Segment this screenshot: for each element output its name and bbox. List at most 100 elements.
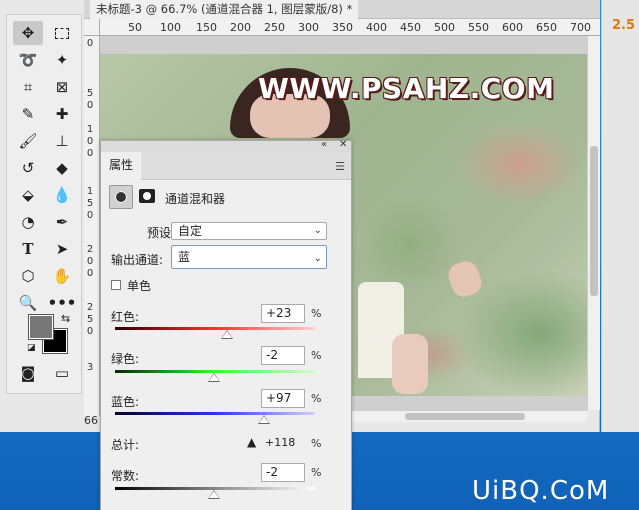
total-unit: % — [311, 437, 322, 450]
ruler-tick: 5 — [86, 198, 94, 209]
constant-label: 常数: — [111, 469, 140, 483]
blue-label: 蓝色: — [111, 395, 140, 409]
history-brush-tool-icon[interactable]: ↺ — [13, 156, 43, 180]
chevron-down-icon: ⌄ — [313, 253, 322, 264]
warning-icon: ▲ — [247, 435, 257, 449]
lasso-tool-icon[interactable]: ➰ — [13, 48, 43, 72]
bottom-watermark: UiBQ.CoM — [472, 476, 610, 506]
green-slider-handle[interactable] — [208, 373, 220, 382]
red-slider-track[interactable] — [115, 327, 315, 330]
photo-arm — [392, 334, 428, 394]
constant-value-input[interactable]: -2 — [261, 463, 305, 482]
ruler-tick: 0 — [86, 100, 94, 111]
ruler-tick: 450 — [400, 21, 421, 34]
ruler-tick: 3 — [86, 362, 94, 373]
screen-mode-icon[interactable]: ▭ — [47, 361, 77, 385]
tab-properties[interactable]: 属性 — [101, 152, 141, 180]
green-value-input[interactable]: -2 — [261, 346, 305, 365]
ruler-tick: 150 — [196, 21, 217, 34]
paint-bucket-tool-icon[interactable]: ⬙ — [13, 183, 43, 207]
red-value-input[interactable]: +23 — [261, 304, 305, 323]
ruler-tick: 0 — [86, 136, 94, 147]
blur-tool-icon[interactable]: 💧 — [47, 183, 77, 207]
green-unit: % — [311, 349, 322, 362]
dodge-tool-icon[interactable]: ◔ — [13, 210, 43, 234]
blue-unit: % — [311, 392, 322, 405]
ruler-vertical: 0 5 0 1 0 0 1 5 0 2 0 0 2 5 0 3 — [84, 36, 100, 416]
path-selection-tool-icon[interactable]: ➤ — [47, 237, 77, 261]
ruler-tick: 200 — [230, 21, 251, 34]
ruler-tick: 400 — [366, 21, 387, 34]
ruler-tick: 700 — [570, 21, 591, 34]
ruler-tick: 0 — [86, 326, 94, 337]
ruler-tick: 1 — [86, 124, 94, 135]
collapse-icon[interactable]: « — [321, 139, 327, 150]
eyedropper-tool-icon[interactable]: ✎ — [13, 102, 43, 126]
clone-stamp-tool-icon[interactable]: ⊥ — [47, 129, 77, 153]
healing-brush-tool-icon[interactable]: ✚ — [47, 102, 77, 126]
close-icon[interactable]: ✕ — [339, 139, 347, 150]
constant-slider-handle[interactable] — [208, 490, 220, 499]
marquee-tool-icon[interactable] — [47, 21, 77, 45]
magic-wand-tool-icon[interactable]: ✦ — [47, 48, 77, 72]
vertical-scrollbar[interactable] — [587, 36, 600, 410]
pen-tool-icon[interactable]: ✒ — [47, 210, 77, 234]
swap-colors-icon[interactable]: ⇆ — [61, 312, 70, 325]
output-channel-label: 输出通道: — [111, 253, 164, 267]
ruler-tick: 500 — [434, 21, 455, 34]
horizontal-scroll-thumb[interactable] — [405, 413, 525, 420]
blue-slider-track[interactable] — [115, 412, 315, 415]
default-colors-icon[interactable]: ◪ — [27, 343, 36, 353]
eraser-tool-icon[interactable]: ◆ — [47, 156, 77, 180]
right-panel-value: 2.5 — [612, 18, 636, 33]
preset-value: 自定 — [178, 224, 203, 238]
chevron-down-icon: ⌄ — [313, 225, 322, 236]
hand-tool-icon[interactable]: ✋ — [47, 264, 77, 288]
frame-tool-icon[interactable]: ⊠ — [47, 75, 77, 99]
blue-slider-handle[interactable] — [257, 415, 270, 424]
horizontal-scrollbar[interactable] — [350, 410, 587, 422]
shape-tool-icon[interactable]: ⬡ — [13, 264, 43, 288]
type-tool-icon[interactable]: T — [13, 237, 43, 261]
output-channel-select[interactable]: 蓝 ⌄ — [171, 245, 327, 269]
monochrome-label: 单色 — [127, 279, 152, 293]
ruler-tick: 550 — [468, 21, 489, 34]
ruler-tick: 1 — [86, 186, 94, 197]
ruler-tick: 2 — [86, 302, 94, 313]
blue-value-input[interactable]: +97 — [261, 389, 305, 408]
monochrome-checkbox[interactable] — [111, 280, 121, 290]
ruler-tick: 50 — [128, 21, 142, 34]
panel-tabs: 属性 ☰ — [101, 152, 351, 180]
ruler-tick: 0 — [86, 210, 94, 221]
ruler-tick: 0 — [86, 38, 94, 49]
ruler-tick: 100 — [160, 21, 181, 34]
crop-tool-icon[interactable]: ⌗ — [13, 75, 43, 99]
zoom-tool-icon[interactable]: 🔍 — [13, 291, 43, 315]
constant-unit: % — [311, 466, 322, 479]
site-watermark: WWW.PSAHZ.COM — [258, 72, 555, 105]
document-tab[interactable]: 未标题-3 @ 66.7% (通道混合器 1, 图层蒙版/8) * — [90, 0, 359, 19]
ruler-tick: 250 — [264, 21, 285, 34]
foreground-color-swatch[interactable] — [28, 314, 54, 340]
panel-header: « ✕ — [101, 139, 351, 152]
ruler-tick: 600 — [502, 21, 523, 34]
properties-panel: « ✕ 属性 ☰ 通道混和器 预设: 自定 ⌄ 输出通道: 蓝 ⌄ 单色 红色:… — [100, 139, 352, 510]
ruler-tick: 0 — [86, 256, 94, 267]
panel-menu-icon[interactable]: ☰ — [335, 160, 345, 173]
output-channel-value: 蓝 — [178, 250, 191, 264]
vertical-scroll-thumb[interactable] — [590, 146, 598, 296]
move-tool-icon[interactable]: ✥ — [13, 21, 43, 45]
layer-mask-icon[interactable] — [139, 189, 155, 203]
ruler-tick: 2 — [86, 244, 94, 255]
red-slider-handle[interactable] — [220, 330, 233, 339]
adjustment-layer-icon[interactable] — [109, 185, 133, 209]
quick-mask-icon[interactable]: ◙ — [13, 361, 43, 385]
ruler-tick: 5 — [86, 88, 94, 99]
preset-select[interactable]: 自定 ⌄ — [171, 222, 327, 240]
red-unit: % — [311, 307, 322, 320]
adjustment-name: 通道混和器 — [165, 192, 226, 206]
document-tabbar: 未标题-3 @ 66.7% (通道混合器 1, 图层蒙版/8) * — [84, 0, 600, 19]
green-label: 绿色: — [111, 352, 140, 366]
brush-tool-icon[interactable]: 🖌 — [13, 129, 43, 153]
total-value: +118 — [265, 436, 296, 449]
